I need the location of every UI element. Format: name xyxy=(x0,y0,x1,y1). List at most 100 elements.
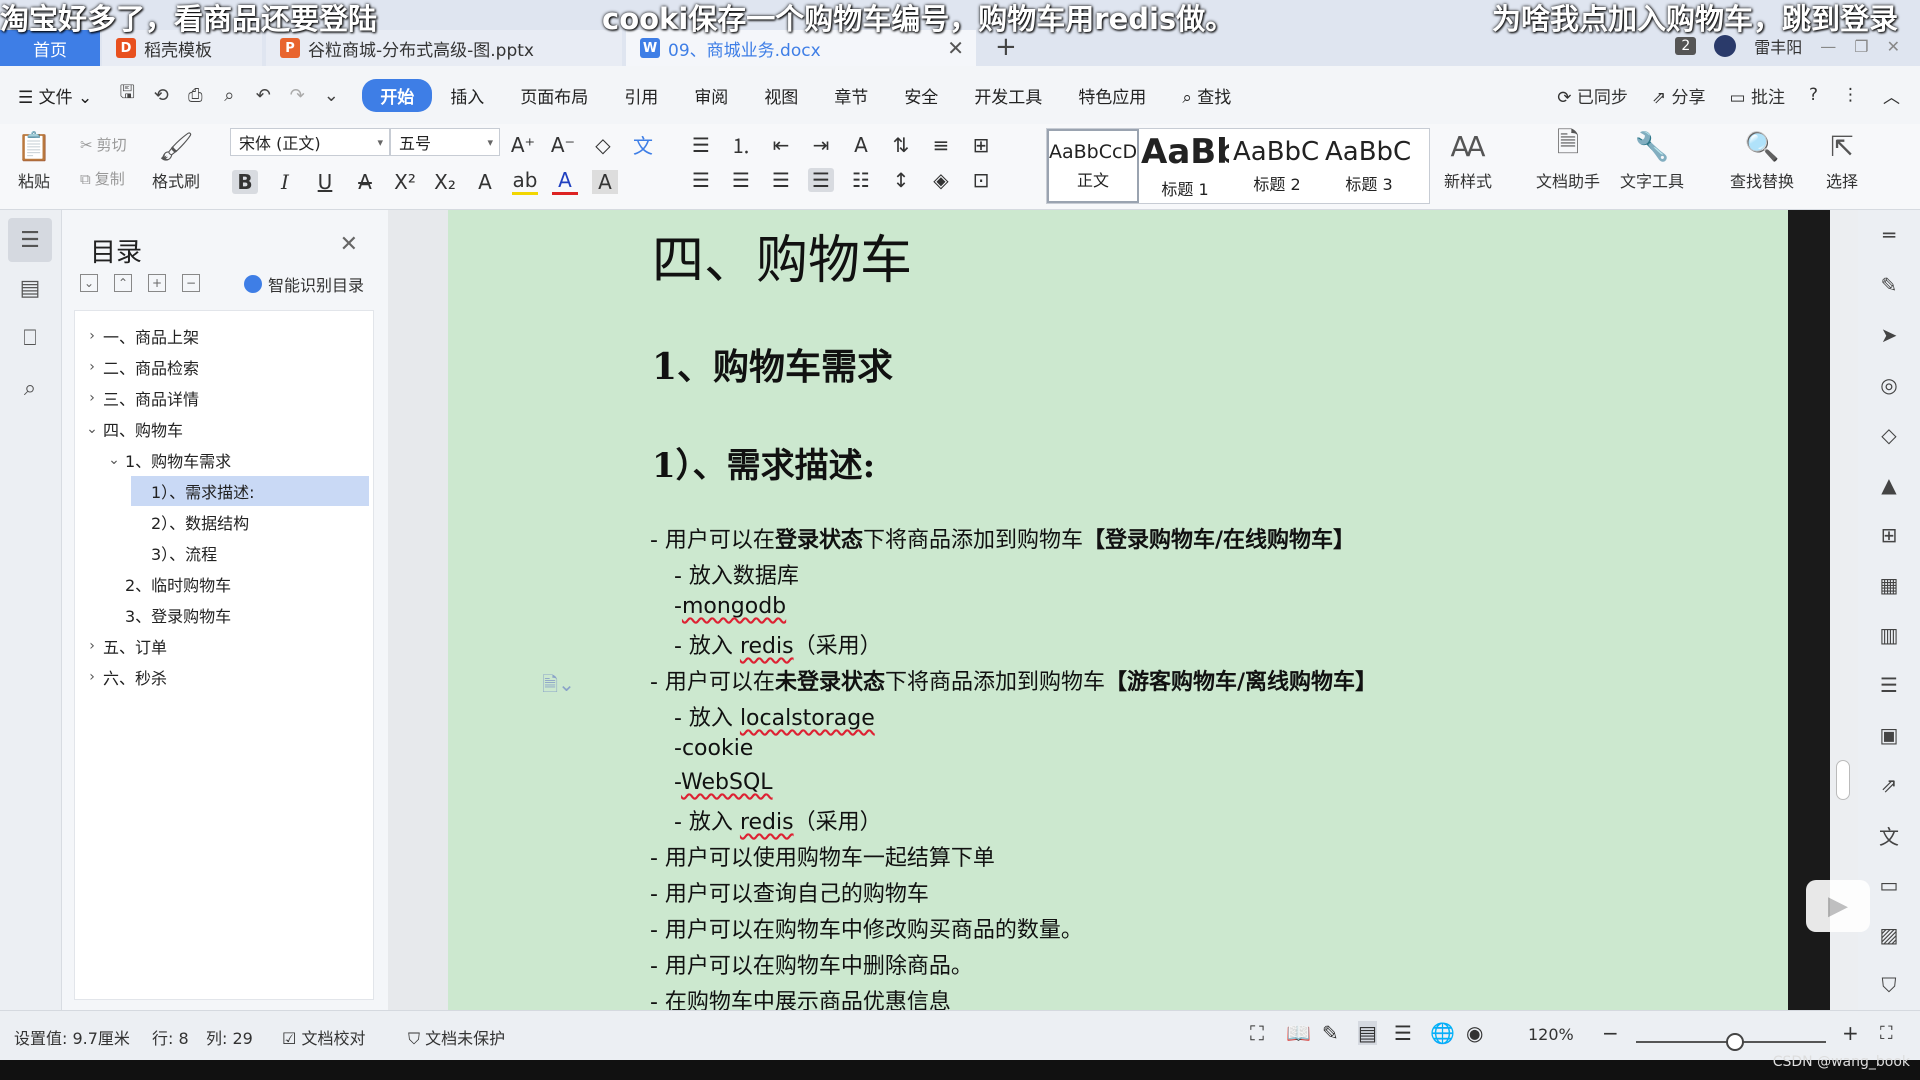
print-icon[interactable]: ⎙ xyxy=(184,84,206,106)
collapse-ribbon-icon[interactable]: ︿ xyxy=(1883,83,1900,108)
toc-item[interactable]: 3、登录购物车 xyxy=(125,600,231,630)
zoom-slider-knob[interactable] xyxy=(1726,1033,1744,1051)
shrink-font-icon[interactable]: A⁻ xyxy=(550,133,576,157)
table-icon[interactable]: ⊞ xyxy=(1876,522,1902,548)
tab-review[interactable]: 审阅 xyxy=(676,83,746,108)
more-icon[interactable]: ⋮ xyxy=(1842,85,1859,105)
comment-button[interactable]: ▭ 批注 xyxy=(1730,83,1785,108)
chevron-down-icon[interactable]: ⌄ xyxy=(81,421,103,437)
style-icon[interactable]: ▲ xyxy=(1876,472,1902,498)
protection-button[interactable]: ⛉ 文档未保护 xyxy=(408,1025,505,1049)
tab-developer[interactable]: 开发工具 xyxy=(956,83,1060,108)
subscript-icon[interactable]: X₂ xyxy=(432,170,458,194)
toc-item[interactable]: › 五、订单 xyxy=(81,631,167,661)
print-preview-icon[interactable]: ⌕ xyxy=(218,84,240,106)
minimize-icon[interactable]: — xyxy=(1820,37,1836,56)
zoom-level[interactable]: 120% xyxy=(1528,1025,1574,1044)
translate-icon[interactable]: 文 xyxy=(1876,822,1902,849)
align-left-icon[interactable]: ☰ xyxy=(688,168,714,192)
eye-care-icon[interactable]: ◉ xyxy=(1466,1021,1483,1045)
fullscreen-icon[interactable]: ⛶ xyxy=(1250,1021,1264,1045)
paragraph-spacing-icon[interactable]: ↕ xyxy=(888,168,914,192)
pages-icon[interactable]: ▤ xyxy=(8,266,52,310)
share-out-icon[interactable]: ⇗ xyxy=(1876,772,1902,798)
align-right-icon[interactable]: ☰ xyxy=(768,168,794,192)
pen-icon[interactable]: ✎ xyxy=(1876,272,1902,298)
toc-item[interactable]: ⌄ 四、购物车 xyxy=(81,414,183,444)
chevron-right-icon[interactable]: › xyxy=(81,359,103,375)
justify-icon[interactable]: ☰ xyxy=(808,168,834,192)
increase-indent-icon[interactable]: ⇥ xyxy=(808,133,834,157)
font-color-icon[interactable]: A xyxy=(552,168,578,195)
shield-icon[interactable]: ⛉ xyxy=(1876,972,1902,998)
tab-security[interactable]: 安全 xyxy=(886,83,956,108)
chinese-layout-icon[interactable]: A xyxy=(848,133,874,157)
redo-icon[interactable]: ↷ xyxy=(286,84,308,106)
help-icon[interactable]: ? xyxy=(1809,85,1818,105)
collapse-icon[interactable]: ⌃ xyxy=(114,274,132,292)
char-shading-icon[interactable]: A xyxy=(592,169,618,194)
style-normal[interactable]: AaBbCcDd 正文 xyxy=(1047,129,1139,203)
restore-icon[interactable]: ❐ xyxy=(1854,37,1868,56)
select-button[interactable]: ⇱ 选择 xyxy=(1824,128,1860,192)
add-heading-icon[interactable]: + xyxy=(148,274,166,292)
zoom-in-icon[interactable]: + xyxy=(1842,1021,1859,1045)
save-icon[interactable]: 🖫 xyxy=(116,82,138,106)
window-count-badge[interactable]: 2 xyxy=(1675,37,1697,55)
history-icon[interactable]: ⟲ xyxy=(150,84,172,106)
chevron-right-icon[interactable]: › xyxy=(81,328,103,344)
shapes-icon[interactable]: ◇ xyxy=(1876,422,1902,448)
cut-button[interactable]: ✂ 剪切 xyxy=(80,134,127,155)
location-icon[interactable]: ◎ xyxy=(1876,372,1902,398)
document-page[interactable]: 四、购物车 1、购物车需求 1）、需求描述: 🗎⌄ - 用户可以在登录状态下将商… xyxy=(448,210,1788,1010)
highlight-icon[interactable]: ab xyxy=(512,168,538,195)
numbered-list-icon[interactable]: ⒈ xyxy=(728,130,754,159)
toc-item[interactable]: 2）、数据结构 xyxy=(151,507,249,537)
text-effect-icon[interactable]: A xyxy=(472,170,498,194)
toc-item[interactable]: › 一、商品上架 xyxy=(81,321,199,351)
decrease-indent-icon[interactable]: ⇤ xyxy=(768,133,794,157)
chart-icon[interactable]: ▥ xyxy=(1876,622,1902,648)
shading-icon[interactable]: ◈ xyxy=(928,168,954,192)
tab-chapter[interactable]: 章节 xyxy=(816,83,886,108)
grow-font-icon[interactable]: A⁺ xyxy=(510,133,536,157)
toc-item[interactable]: › 三、商品详情 xyxy=(81,383,199,413)
file-menu[interactable]: ☰ 文件 ⌄ xyxy=(0,83,110,108)
tab-insert[interactable]: 插入 xyxy=(432,83,502,108)
tab-references[interactable]: 引用 xyxy=(606,83,676,108)
bookmark-icon[interactable]: ⎕ xyxy=(8,316,52,360)
close-tab-icon[interactable]: ✕ xyxy=(947,36,964,60)
font-name-select[interactable]: 宋体 (正文) ▾ xyxy=(230,128,390,156)
read-mode-icon[interactable]: 📖 xyxy=(1286,1021,1311,1045)
copy-button[interactable]: ⧉ 复制 xyxy=(80,168,125,189)
customize-icon[interactable]: ⌄ xyxy=(320,84,342,106)
play-icon[interactable]: ▶ xyxy=(1806,880,1870,932)
smart-toc-button[interactable]: 智能识别目录 xyxy=(243,272,364,296)
fit-window-icon[interactable]: ⛶ xyxy=(1880,1023,1893,1044)
picture-icon[interactable]: ▨ xyxy=(1876,922,1902,948)
collapse-strip-icon[interactable]: ═ xyxy=(1876,222,1902,248)
chevron-down-icon[interactable]: ⌄ xyxy=(103,452,125,468)
archive-icon[interactable]: ▭ xyxy=(1876,872,1902,898)
tab-page-layout[interactable]: 页面布局 xyxy=(502,83,606,108)
apps-icon[interactable]: ▦ xyxy=(1876,572,1902,598)
clear-format-icon[interactable]: ◇ xyxy=(590,133,616,157)
paragraph-marker-icon[interactable]: 🗎⌄ xyxy=(542,670,575,704)
font-size-select[interactable]: 五号 ▾ xyxy=(390,128,500,156)
undo-icon[interactable]: ↶ xyxy=(252,84,274,106)
tab-start[interactable]: 开始 xyxy=(362,78,433,112)
sort-icon[interactable]: ⇅ xyxy=(888,133,914,157)
tab-view[interactable]: 视图 xyxy=(746,83,816,108)
expand-icon[interactable]: ⌄ xyxy=(80,274,98,292)
pointer-icon[interactable]: ➤ xyxy=(1876,322,1902,348)
format-painter-button[interactable]: 🖌 格式刷 xyxy=(152,128,200,192)
chevron-right-icon[interactable]: › xyxy=(81,638,103,654)
style-heading-2[interactable]: AaBbC( 标题 2 xyxy=(1231,129,1323,203)
toc-item[interactable]: › 二、商品检索 xyxy=(81,352,199,382)
paste-button[interactable]: 📋 粘贴 xyxy=(16,128,52,192)
chevron-right-icon[interactable]: › xyxy=(81,390,103,406)
line-spacing-icon[interactable]: ≡ xyxy=(928,133,954,157)
toc-panel-icon[interactable]: ☰ xyxy=(8,218,52,262)
chevron-right-icon[interactable]: › xyxy=(81,669,103,685)
toc-item[interactable]: › 六、秒杀 xyxy=(81,662,167,692)
